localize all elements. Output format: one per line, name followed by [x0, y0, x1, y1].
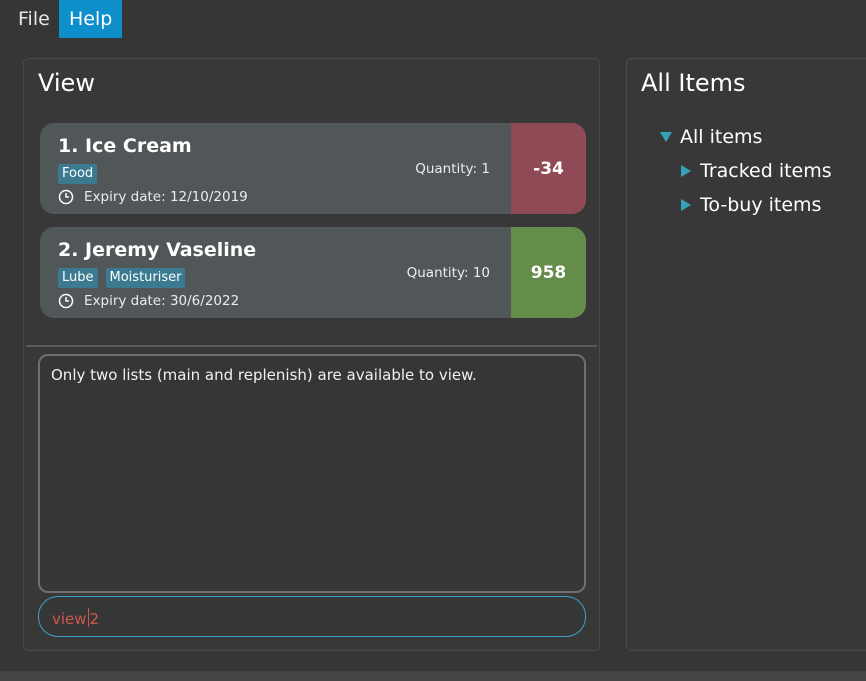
view-panel: View 1. Ice Cream Food Expiry date: 12/1… — [23, 58, 600, 651]
tree-item-tracked[interactable]: Tracked items — [680, 160, 832, 182]
tree-panel-title: All Items — [641, 69, 746, 97]
tag: Lube — [58, 268, 98, 288]
split-divider[interactable] — [26, 345, 597, 347]
item-tags: Food — [58, 164, 98, 184]
command-before-caret: view — [52, 610, 87, 628]
clock-icon — [58, 189, 74, 205]
tree-item-label: To-buy items — [700, 194, 822, 216]
menu-bar: File Help — [0, 0, 866, 38]
item-quantity: Quantity: 1 — [415, 161, 490, 177]
menu-help[interactable]: Help — [59, 0, 123, 38]
tree-panel: All Items All items Tracked items To-buy… — [626, 58, 866, 651]
expiry-row: Expiry date: 12/10/2019 — [58, 189, 248, 205]
command-input[interactable]: view 2 — [38, 596, 586, 637]
clock-icon — [58, 293, 74, 309]
expiry-row: Expiry date: 30/6/2022 — [58, 293, 239, 309]
view-panel-title: View — [38, 69, 95, 97]
item-name: 1. Ice Cream — [58, 135, 192, 157]
item-quantity: Quantity: 10 — [406, 265, 490, 281]
triangle-right-icon[interactable] — [680, 165, 692, 177]
item-card[interactable]: 2. Jeremy Vaseline Lube Moisturiser Expi… — [40, 227, 586, 318]
text-caret — [87, 608, 89, 627]
item-count-badge: 958 — [511, 227, 586, 318]
tag: Moisturiser — [105, 268, 186, 288]
tree-item-to-buy[interactable]: To-buy items — [680, 194, 821, 216]
expiry-date: Expiry date: 30/6/2022 — [84, 293, 240, 309]
item-card[interactable]: 1. Ice Cream Food Expiry date: 12/10/201… — [40, 123, 586, 214]
tree-item-all[interactable]: All items — [660, 126, 762, 148]
command-after-caret: 2 — [89, 610, 100, 628]
triangle-right-icon[interactable] — [680, 199, 692, 211]
tree-item-label: Tracked items — [700, 160, 832, 182]
item-tags: Lube Moisturiser — [58, 268, 186, 288]
expiry-date: Expiry date: 12/10/2019 — [84, 189, 248, 205]
command-text: view 2 — [52, 608, 99, 628]
item-count-badge: -34 — [511, 123, 586, 214]
tree-item-label: All items — [680, 126, 763, 148]
item-name: 2. Jeremy Vaseline — [58, 239, 257, 261]
result-message: Only two lists (main and replenish) are … — [51, 366, 477, 384]
result-display[interactable]: Only two lists (main and replenish) are … — [38, 354, 586, 593]
menu-file[interactable]: File — [8, 0, 60, 38]
tag: Food — [58, 164, 98, 184]
triangle-down-icon[interactable] — [660, 131, 672, 143]
status-strip — [0, 671, 866, 681]
